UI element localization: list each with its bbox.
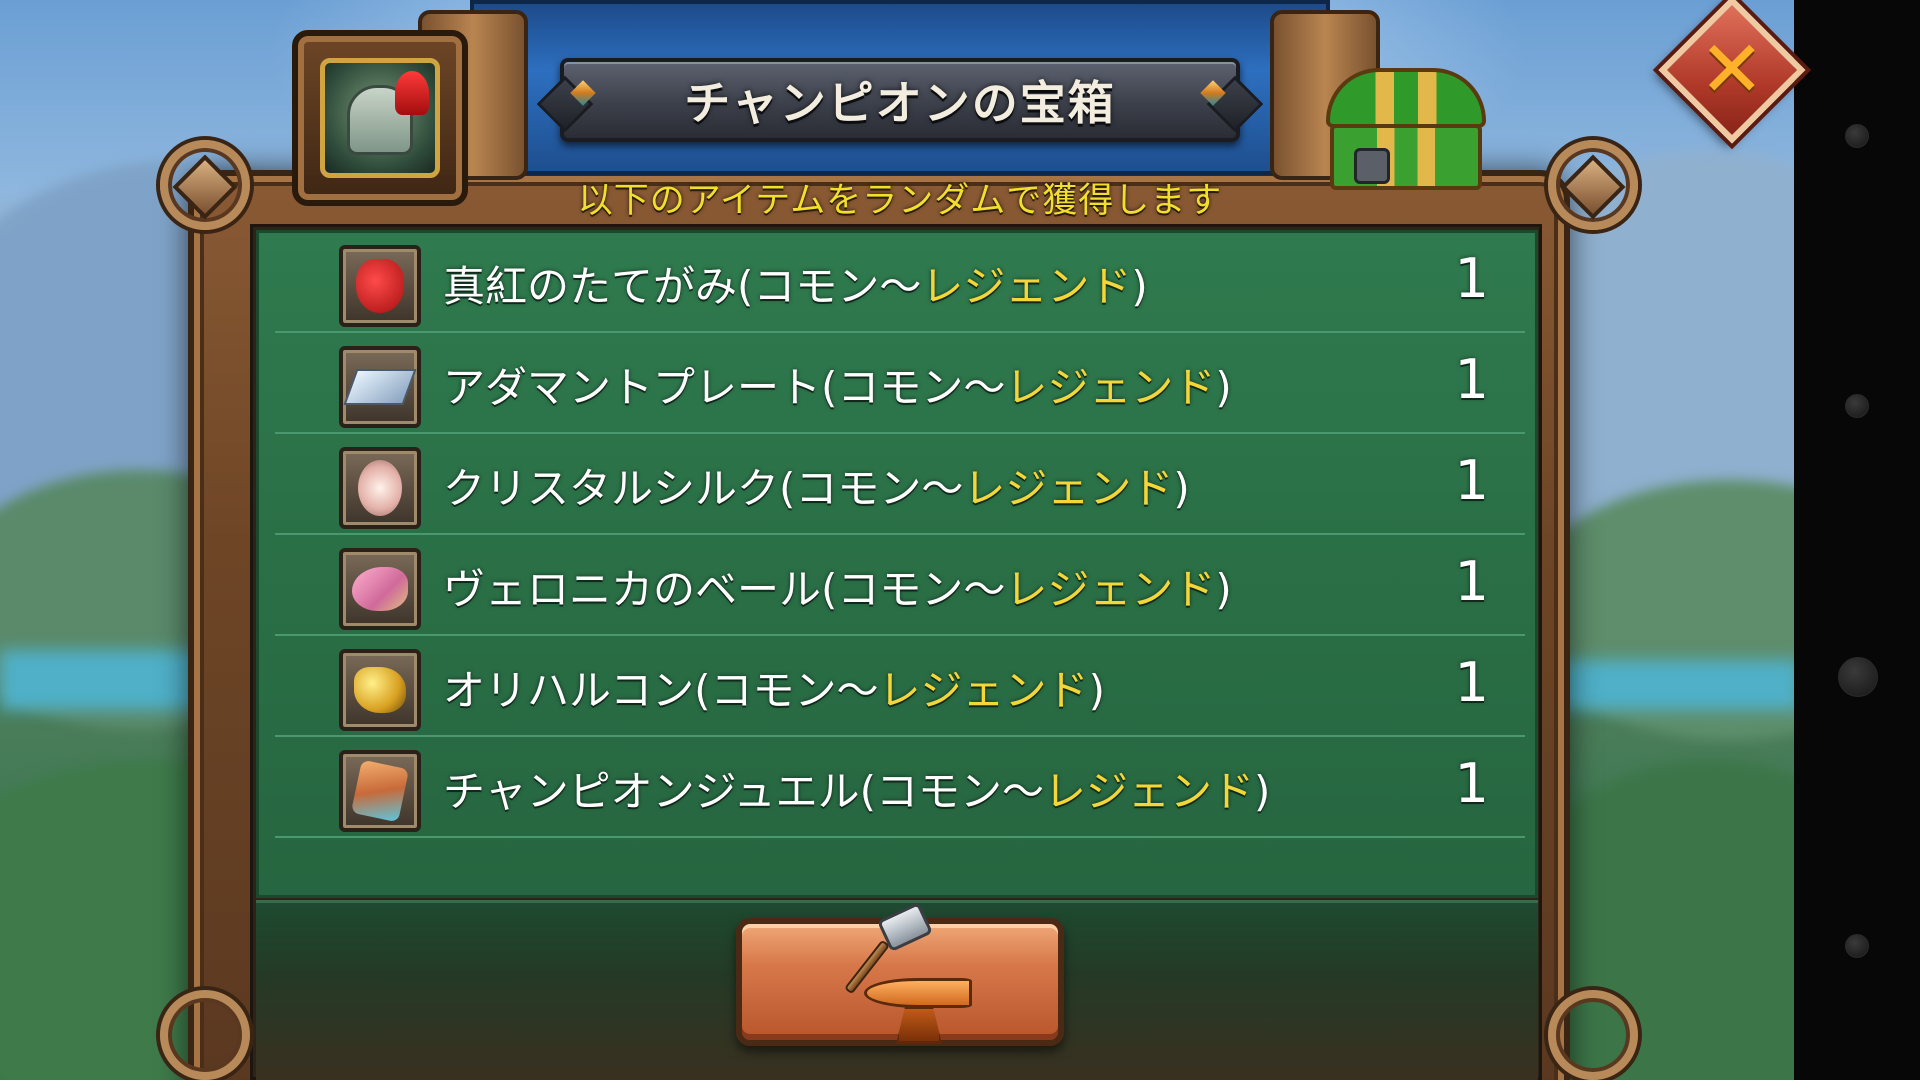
list-item: チャンピオンジュエル(コモン～レジェンド) 1	[275, 738, 1525, 838]
item-quantity: 1	[1454, 651, 1489, 714]
item-name: ヴェロニカのベール(コモン～レジェンド)	[443, 565, 1232, 614]
frame-ornament	[1548, 990, 1638, 1080]
lock-icon	[1354, 148, 1390, 184]
champion-jewel-icon[interactable]	[339, 750, 421, 832]
crystal-silk-icon[interactable]	[339, 447, 421, 529]
close-icon: ✕	[1699, 24, 1765, 115]
item-name: アダマントプレート(コモン～レジェンド)	[443, 363, 1232, 412]
list-item: アダマントプレート(コモン～レジェンド) 1	[275, 334, 1525, 434]
champion-portrait	[292, 30, 468, 206]
title-plate: チャンピオンの宝箱	[560, 58, 1240, 142]
treasure-chest-icon	[1326, 68, 1486, 190]
item-quantity: 1	[1454, 247, 1489, 310]
item-quantity: 1	[1454, 348, 1489, 411]
list-item: 真紅のたてがみ(コモン～レジェンド) 1	[275, 233, 1525, 333]
anvil-hammer-icon	[843, 901, 976, 1046]
item-name: クリスタルシルク(コモン～レジェンド)	[443, 464, 1190, 513]
item-quantity: 1	[1454, 449, 1489, 512]
nav-indicator-dot[interactable]	[1845, 934, 1869, 958]
list-item: クリスタルシルク(コモン～レジェンド) 1	[275, 435, 1525, 535]
list-item: オリハルコン(コモン～レジェンド) 1	[275, 637, 1525, 737]
crimson-mane-icon[interactable]	[339, 245, 421, 327]
dialog-subtitle: 以下のアイテムをランダムで獲得します	[577, 181, 1223, 221]
system-navigation-bar	[1794, 0, 1920, 1080]
adamant-plate-icon[interactable]	[339, 346, 421, 428]
reward-list[interactable]: 真紅のたてがみ(コモン～レジェンド) 1 アダマントプレート(コモン～レジェンド…	[256, 230, 1538, 898]
nav-home-button[interactable]	[1838, 657, 1878, 697]
champion-helmet-icon	[320, 58, 440, 178]
item-name: 真紅のたてがみ(コモン～レジェンド)	[443, 262, 1148, 311]
item-quantity: 1	[1454, 752, 1489, 815]
item-quantity: 1	[1454, 550, 1489, 613]
nav-indicator-dot[interactable]	[1845, 394, 1869, 418]
list-item: ヴェロニカのベール(コモン～レジェンド) 1	[275, 536, 1525, 636]
dialog-title: チャンピオンの宝箱	[684, 76, 1116, 130]
orichalcum-icon[interactable]	[339, 649, 421, 731]
nav-indicator-dot[interactable]	[1845, 124, 1869, 148]
veronica-veil-icon[interactable]	[339, 548, 421, 630]
item-name: オリハルコン(コモン～レジェンド)	[443, 666, 1105, 715]
frame-ornament	[160, 990, 250, 1080]
item-name: チャンピオンジュエル(コモン～レジェンド)	[443, 767, 1271, 816]
